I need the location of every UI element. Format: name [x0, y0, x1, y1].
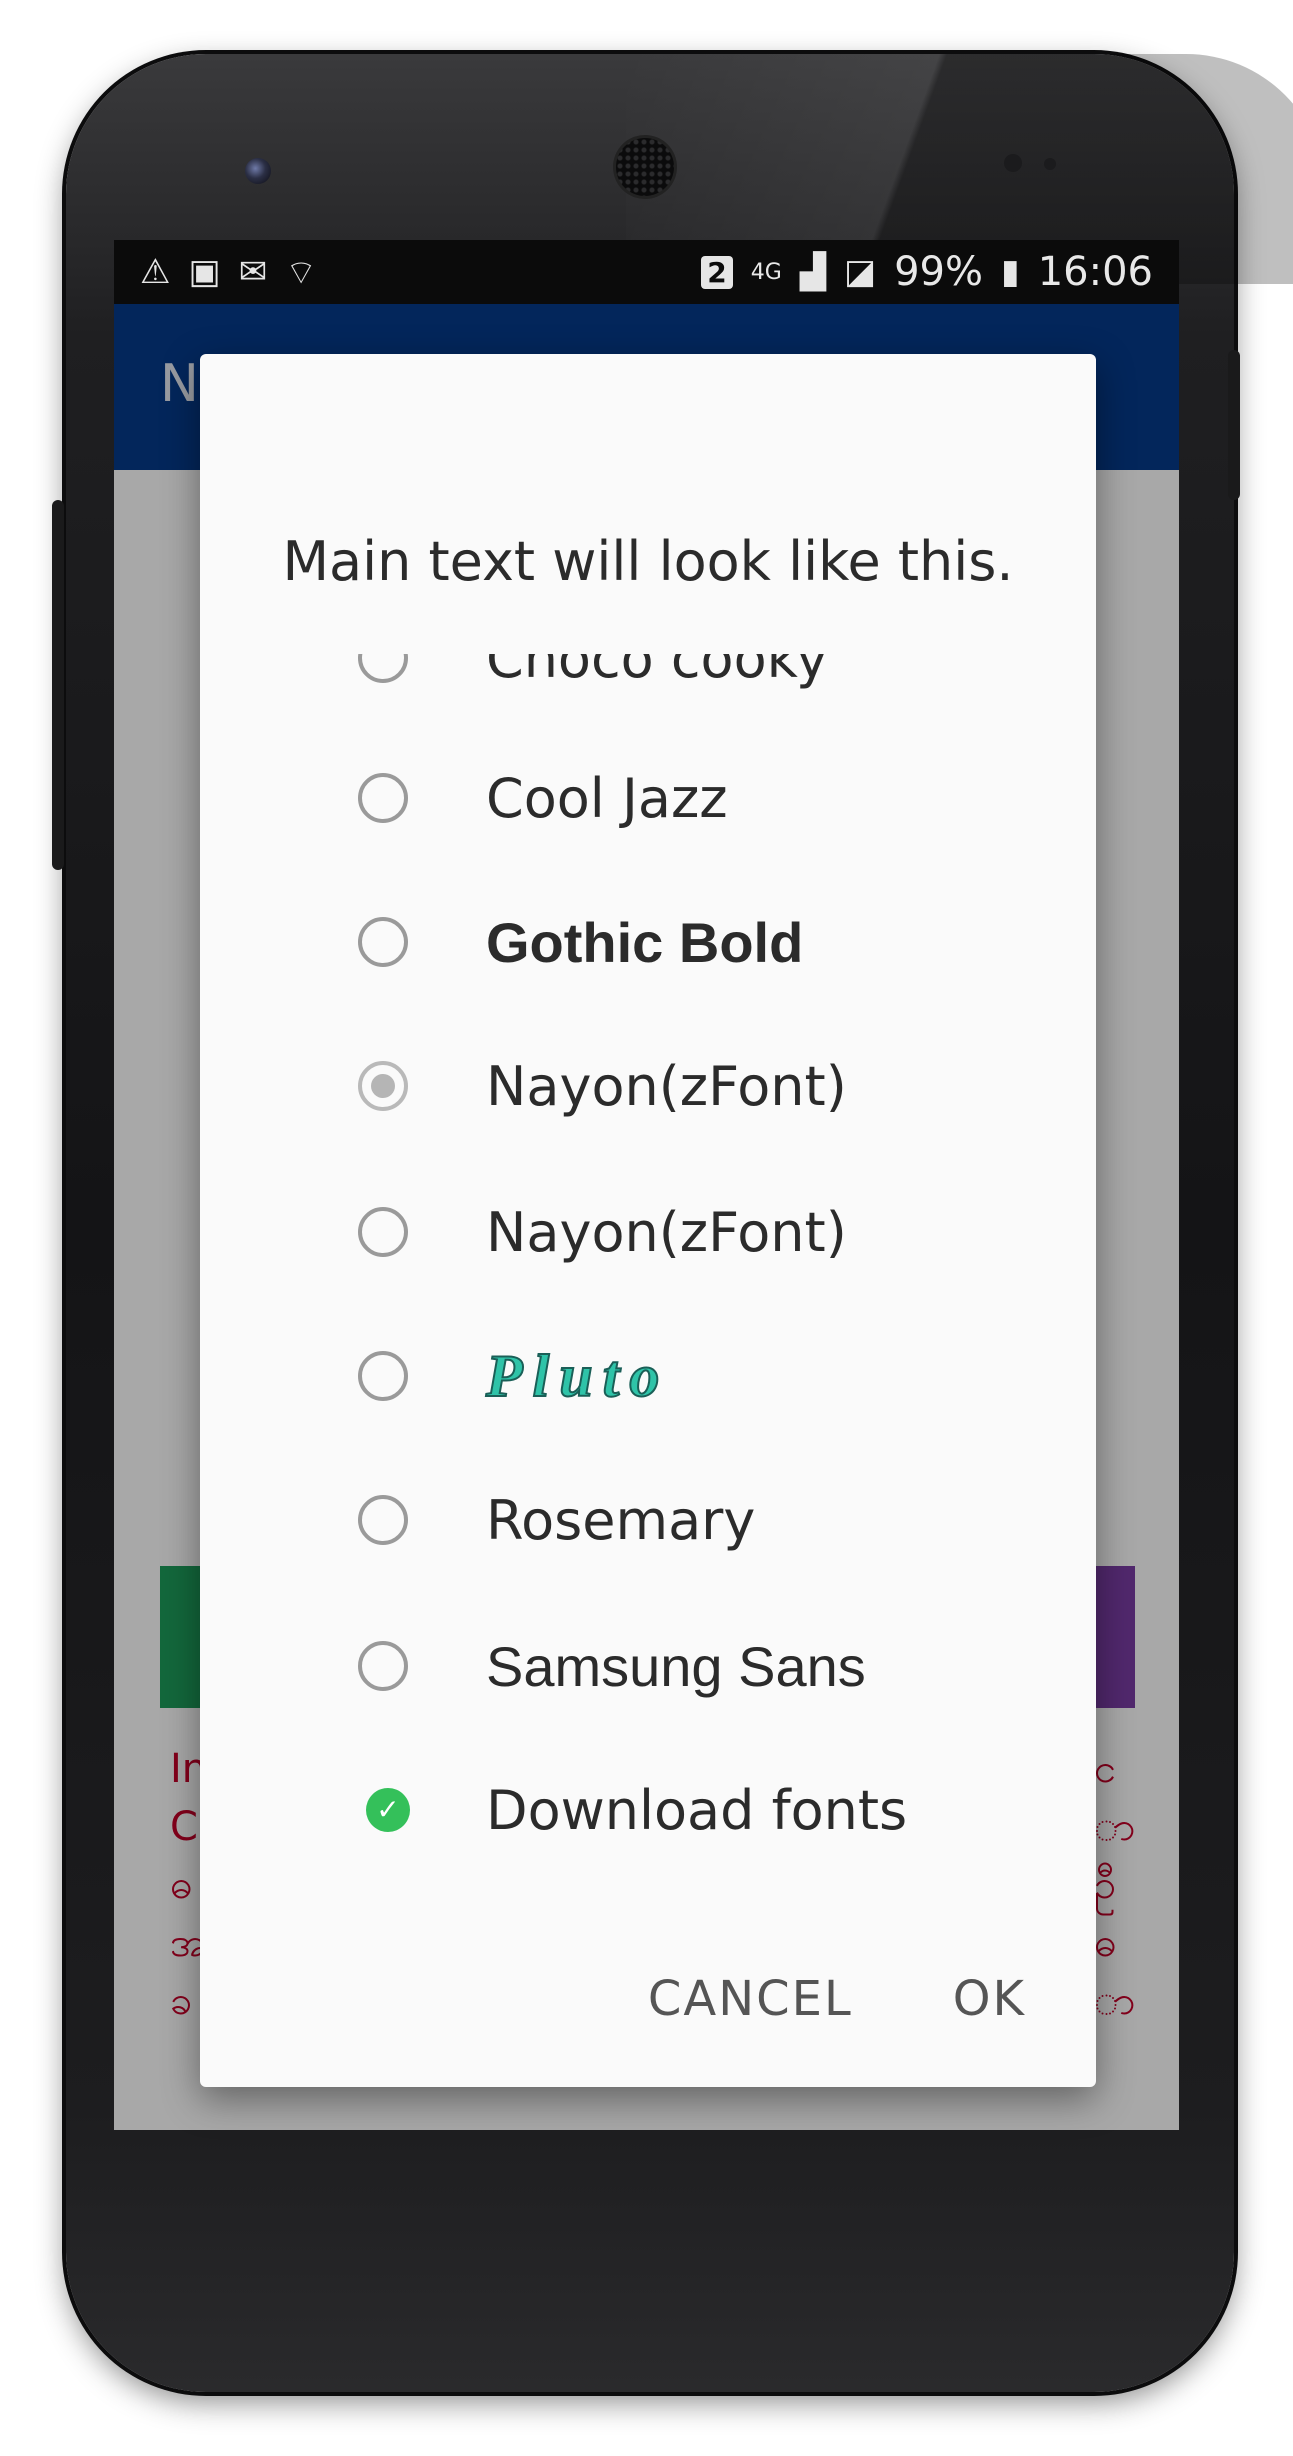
radio-button[interactable] [358, 1641, 408, 1691]
font-picker-dialog: Main text will look like this. Choco coo… [200, 354, 1096, 2087]
sim-badge: 2 [701, 255, 733, 289]
battery-charging-icon: ▮ [1001, 252, 1020, 292]
font-options-list[interactable]: Choco cooky Cool Jazz Gothic Bold Nayon(… [200, 654, 1096, 1974]
light-sensor [1044, 158, 1056, 170]
radio-button[interactable] [358, 1351, 408, 1401]
font-option-label: Samsung Sans [486, 1634, 866, 1698]
check-circle-icon: ✓ [366, 1788, 410, 1832]
font-option-cool-jazz[interactable]: Cool Jazz [200, 726, 1096, 870]
font-option-nayon-selected[interactable]: Nayon(zFont) [200, 1014, 1096, 1158]
font-option-label: Gothic Bold [486, 910, 804, 974]
radio-button-selected[interactable] [358, 1061, 408, 1111]
font-option-gothic-bold[interactable]: Gothic Bold [200, 870, 1096, 1014]
signal-icon: ▟ [799, 252, 826, 292]
font-option-rosemary[interactable]: Rosemary [200, 1448, 1096, 1592]
cancel-button[interactable]: CANCEL [648, 1971, 853, 2027]
network-type: 4G [750, 259, 782, 285]
dialog-actions: CANCEL OK [648, 1971, 1096, 2027]
clock: 16:06 [1037, 249, 1153, 295]
image-icon: ▣ [188, 252, 221, 292]
font-option-label: Nayon(zFont) [486, 1200, 847, 1264]
volume-button [52, 500, 64, 870]
power-button [1228, 350, 1240, 500]
font-option-nayon[interactable]: Nayon(zFont) [200, 1160, 1096, 1304]
front-camera [245, 158, 271, 184]
font-option-samsung-sans[interactable]: Samsung Sans [200, 1594, 1096, 1738]
font-option-label: Rosemary [486, 1488, 756, 1552]
radio-button[interactable] [358, 1207, 408, 1257]
radio-button[interactable] [358, 917, 408, 967]
radio-button[interactable] [358, 654, 408, 683]
font-option-label: Choco cooky [486, 654, 828, 690]
font-option-label: Pluto [485, 1342, 670, 1410]
earpiece-speaker [616, 138, 674, 196]
warning-icon: ⚠ [140, 252, 171, 292]
font-preview-text: Main text will look like this. [282, 530, 1014, 593]
battery-percent: 99% [894, 249, 983, 295]
proximity-sensor [1004, 154, 1022, 172]
font-option-pluto[interactable]: Pluto [200, 1304, 1096, 1448]
font-option-label: Nayon(zFont) [486, 1054, 847, 1118]
download-fonts-option[interactable]: ✓ Download fonts [200, 1738, 1096, 1882]
mail-icon: ✉ [238, 252, 268, 292]
radio-button[interactable] [358, 1495, 408, 1545]
signal-sim2-icon: ◪ [843, 252, 877, 292]
font-option-label: Cool Jazz [486, 766, 728, 830]
status-bar: ⚠ ▣ ✉ ⌔ 2 4G ▟ ◪ 99% ▮ 16:06 [114, 240, 1179, 304]
radio-button[interactable] [358, 773, 408, 823]
wifi-icon: ⌔ [285, 252, 318, 293]
font-option-label: Download fonts [486, 1778, 908, 1842]
font-option-choco-cooky[interactable]: Choco cooky [200, 654, 1096, 730]
ok-button[interactable]: OK [953, 1971, 1026, 2027]
